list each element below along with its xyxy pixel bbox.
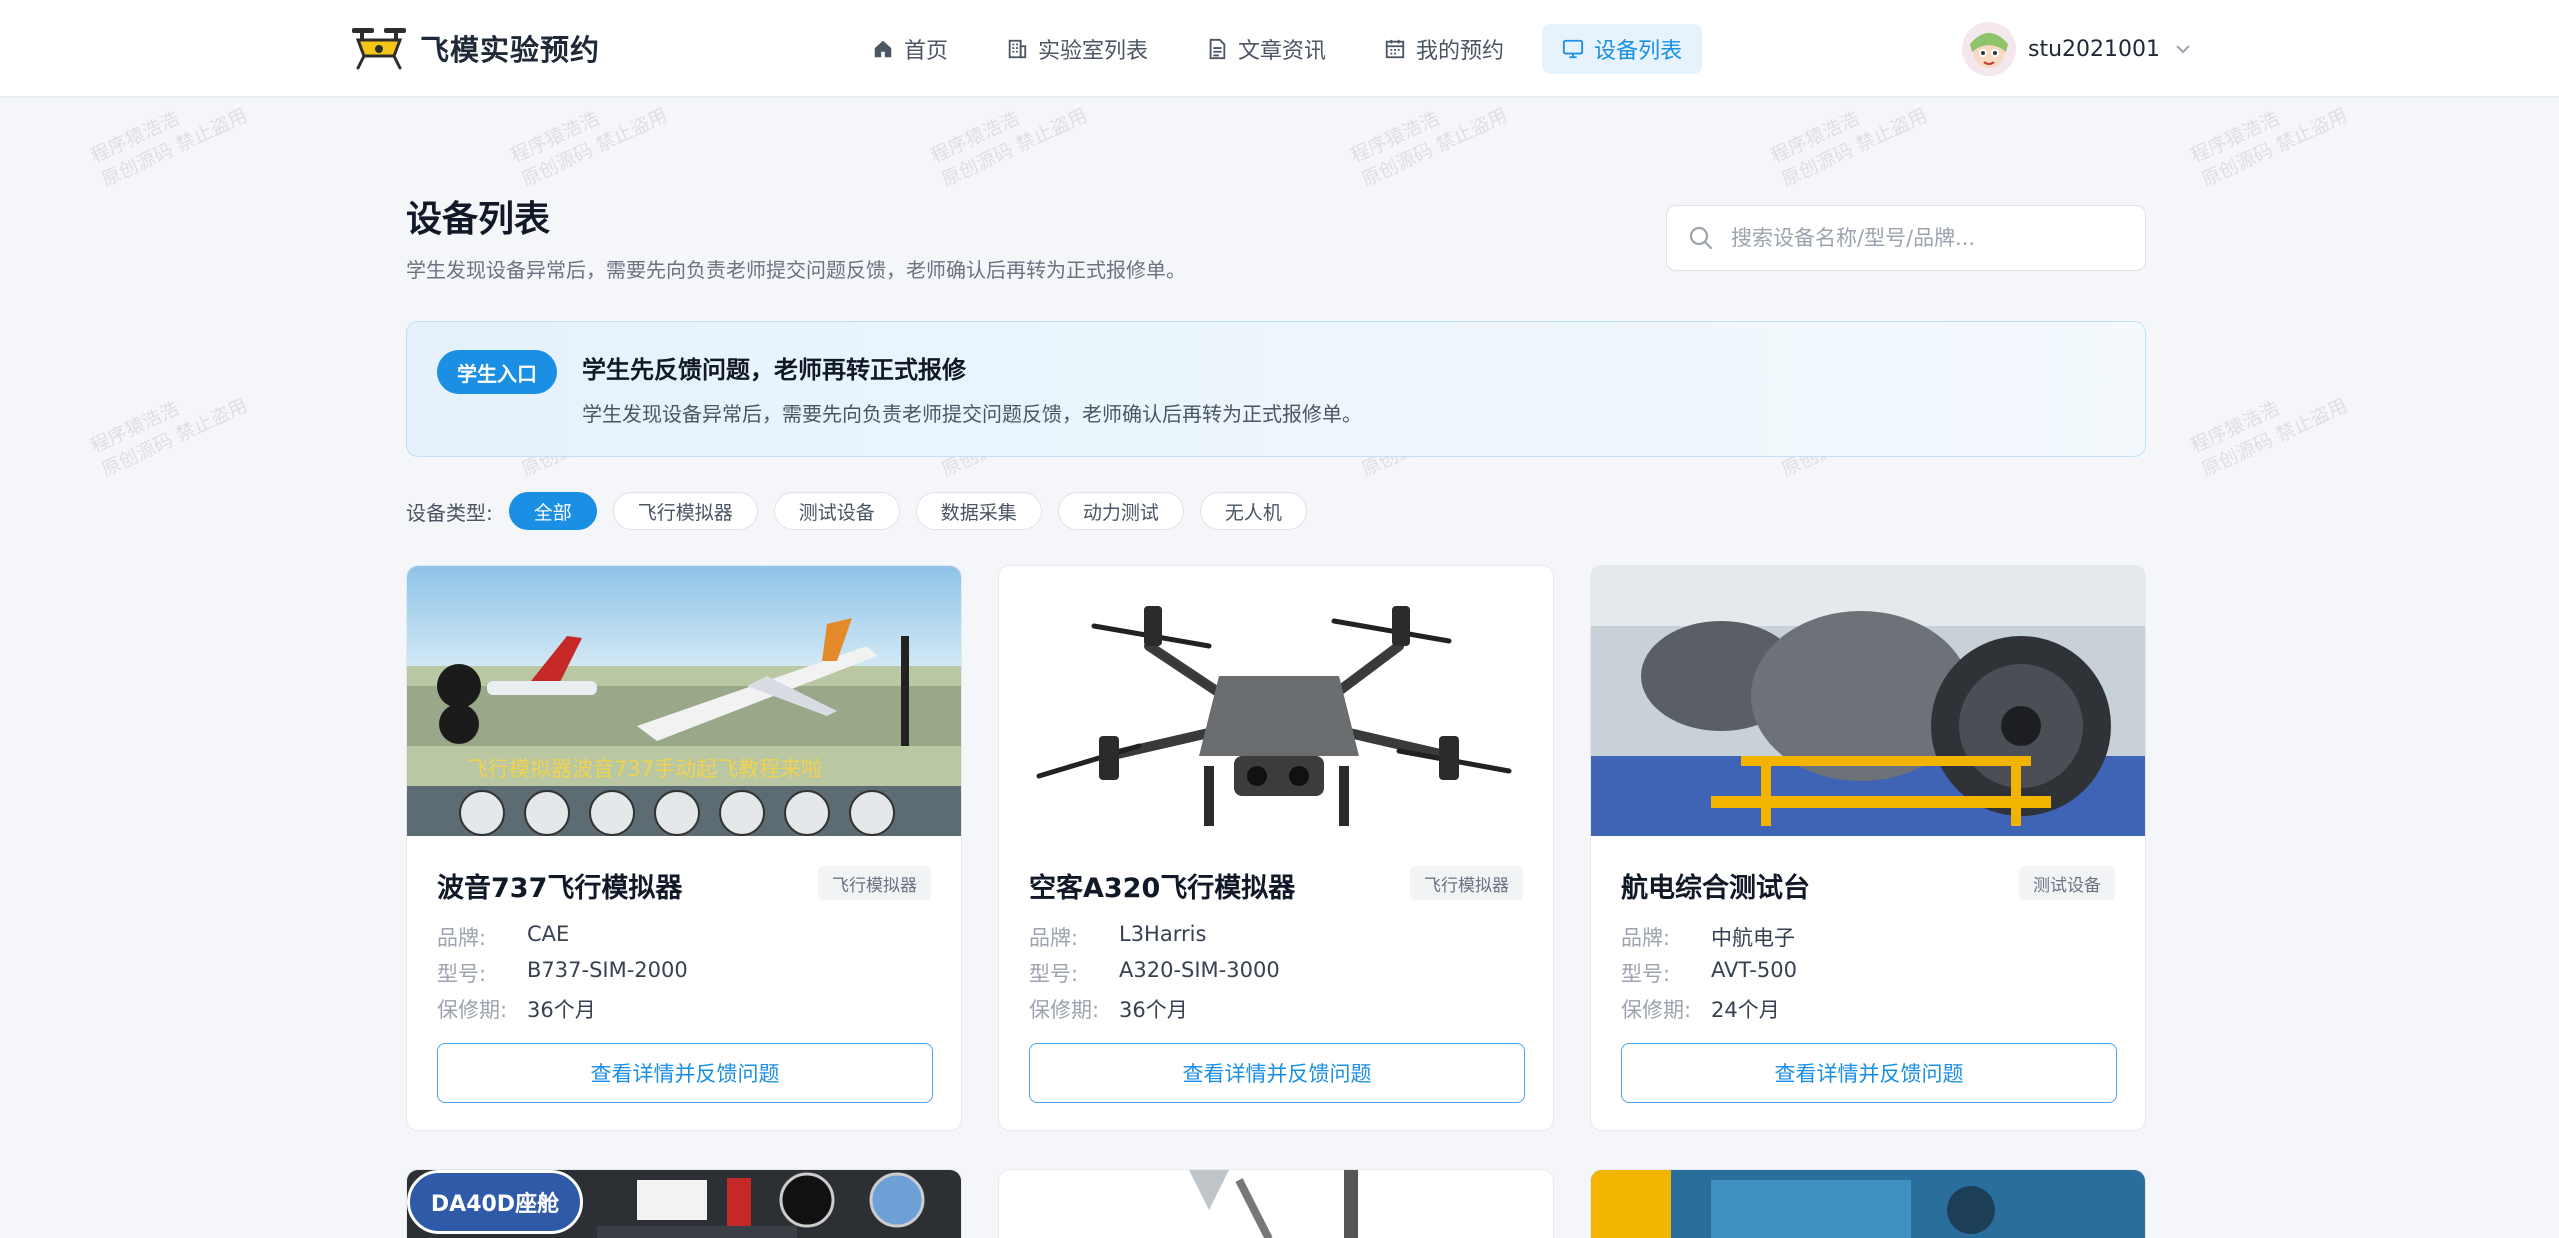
watermark: 程序猿浩浩原创源码 禁止盗用 (2187, 394, 2351, 482)
monitor-icon (1562, 39, 1584, 59)
device-card[interactable]: 飞行模拟器波音737手动起飞教程来啦 波音737飞行模拟器 飞行模拟器 品牌: C… (406, 565, 962, 1131)
nav-articles-label: 文章资讯 (1238, 39, 1327, 64)
device-image-avionics-test-bench[interactable] (1591, 566, 2145, 836)
nav-home[interactable]: 首页 (852, 24, 968, 74)
page-subtitle: 学生发现设备异常后，需要先向负责老师提交问题反馈，老师确认后再转为正式报修单。 (406, 258, 1186, 282)
username: stu2021001 (2028, 36, 2161, 62)
spec-label: 型号: (1029, 962, 1079, 986)
device-type-filter: 设备类型: 全部 飞行模拟器 测试设备 数据采集 动力测试 无人机 (406, 492, 1323, 530)
user-menu[interactable]: stu2021001 (1962, 22, 2192, 76)
page-title: 设备列表 (406, 199, 551, 240)
spec-value: 36个月 (527, 998, 596, 1022)
nav-lab-list[interactable]: 实验室列表 (986, 24, 1168, 74)
document-icon (1209, 38, 1226, 60)
device-name: 空客A320飞行模拟器 (1029, 873, 1296, 904)
spec-value: CAE (527, 922, 570, 946)
spec-value: A320-SIM-3000 (1119, 958, 1280, 982)
spec-label: 型号: (1621, 962, 1671, 986)
filter-chip-all[interactable]: 全部 (508, 492, 597, 530)
nav-my-bookings[interactable]: 我的预约 (1364, 24, 1524, 74)
spec-warranty: 保修期: 36个月 (1029, 994, 1188, 1024)
spec-brand: 品牌: CAE (437, 922, 569, 952)
spec-warranty: 保修期: 36个月 (437, 994, 596, 1024)
spec-warranty: 保修期: 24个月 (1621, 994, 1780, 1024)
device-image-partial[interactable] (1591, 1170, 2146, 1238)
spec-model: 型号: AVT-500 (1621, 958, 1797, 988)
spec-brand: 品牌: L3Harris (1029, 922, 1206, 952)
spec-label: 保修期: (437, 998, 508, 1022)
spec-value: 中航电子 (1711, 926, 1795, 950)
filter-chip-test-equipment[interactable]: 测试设备 (773, 492, 900, 530)
banner-title: 学生先反馈问题，老师再转正式报修 (582, 356, 966, 384)
spec-value: L3Harris (1119, 922, 1207, 946)
filter-label: 设备类型: (406, 500, 493, 525)
spec-label: 保修期: (1621, 998, 1692, 1022)
filter-chip-power-test[interactable]: 动力测试 (1057, 492, 1184, 530)
filter-chip-data-acquisition[interactable]: 数据采集 (915, 492, 1042, 530)
device-type-tag: 飞行模拟器 (1410, 866, 1523, 900)
main-nav: 首页 实验室列表 文章资讯 我的预约 设备列表 (852, 24, 1720, 74)
spec-model: 型号: B737-SIM-2000 (437, 958, 688, 988)
drone-logo-icon (352, 28, 406, 70)
nav-device-list-label: 设备列表 (1594, 39, 1683, 64)
image-caption: 飞行模拟器波音737手动起飞教程来啦 (467, 757, 822, 781)
chevron-down-icon[interactable] (2174, 40, 2192, 58)
device-card[interactable]: 空客A320飞行模拟器 飞行模拟器 品牌: L3Harris 型号: A320-SI… (998, 565, 1554, 1131)
app-logo[interactable]: 飞模实验预约 (350, 22, 600, 74)
cockpit-label-badge: DA40D座舱 (407, 1170, 583, 1234)
watermark: 程序猿浩浩原创源码 禁止盗用 (87, 394, 251, 482)
device-name: 波音737飞行模拟器 (437, 873, 683, 904)
spec-model: 型号: A320-SIM-3000 (1029, 958, 1280, 988)
device-card[interactable] (1590, 1169, 2146, 1238)
device-type-tag: 飞行模拟器 (818, 866, 931, 900)
home-icon (874, 40, 892, 58)
student-entry-badge: 学生入口 (437, 350, 557, 394)
device-card[interactable] (998, 1169, 1554, 1238)
top-header: 飞模实验预约 首页 实验室列表 文章资讯 我的预约 设备列表 stu202100… (0, 0, 2559, 97)
spec-value: 24个月 (1711, 998, 1780, 1022)
device-name: 航电综合测试台 (1621, 873, 1810, 904)
spec-brand: 品牌: 中航电子 (1621, 922, 1795, 952)
filter-chip-flight-simulator[interactable]: 飞行模拟器 (612, 492, 758, 530)
spec-value: AVT-500 (1711, 958, 1797, 982)
nav-device-list[interactable]: 设备列表 (1542, 24, 1703, 74)
nav-home-label: 首页 (904, 39, 949, 64)
app-name: 飞模实验预约 (420, 33, 601, 67)
device-image-b737-simulator[interactable]: 飞行模拟器波音737手动起飞教程来啦 (407, 566, 961, 836)
building-icon (1008, 39, 1027, 59)
nav-articles[interactable]: 文章资讯 (1186, 24, 1346, 74)
banner-description: 学生发现设备异常后，需要先向负责老师提交问题反馈，老师确认后再转为正式报修单。 (582, 402, 1362, 426)
spec-label: 品牌: (437, 926, 487, 950)
spec-label: 保修期: (1029, 998, 1100, 1022)
spec-value: B737-SIM-2000 (527, 958, 688, 982)
spec-label: 型号: (437, 962, 487, 986)
view-details-feedback-button[interactable]: 查看详情并反馈问题 (1029, 1043, 1525, 1103)
notice-banner: 学生入口 学生先反馈问题，老师再转正式报修 学生发现设备异常后，需要先向负责老师… (406, 321, 2146, 457)
search-input[interactable] (1731, 226, 2111, 250)
device-image-a320-simulator[interactable] (999, 566, 1553, 836)
nav-lab-list-label: 实验室列表 (1038, 39, 1149, 64)
search-icon (1689, 226, 1713, 250)
spec-label: 品牌: (1621, 926, 1671, 950)
avatar[interactable] (1962, 22, 2016, 76)
calendar-icon (1385, 39, 1405, 59)
device-search[interactable] (1666, 205, 2146, 271)
spec-label: 品牌: (1029, 926, 1079, 950)
view-details-feedback-button[interactable]: 查看详情并反馈问题 (1621, 1043, 2117, 1103)
device-card[interactable]: 航电综合测试台 测试设备 品牌: 中航电子 型号: AVT-500 保修期: 24个月… (1590, 565, 2146, 1131)
device-image-partial[interactable] (999, 1170, 1554, 1238)
device-card[interactable]: DA40D座舱 (406, 1169, 962, 1238)
device-type-tag: 测试设备 (2019, 866, 2115, 900)
spec-value: 36个月 (1119, 998, 1188, 1022)
filter-chip-drone[interactable]: 无人机 (1199, 492, 1307, 530)
view-details-feedback-button[interactable]: 查看详情并反馈问题 (437, 1043, 933, 1103)
nav-my-bookings-label: 我的预约 (1416, 39, 1505, 64)
